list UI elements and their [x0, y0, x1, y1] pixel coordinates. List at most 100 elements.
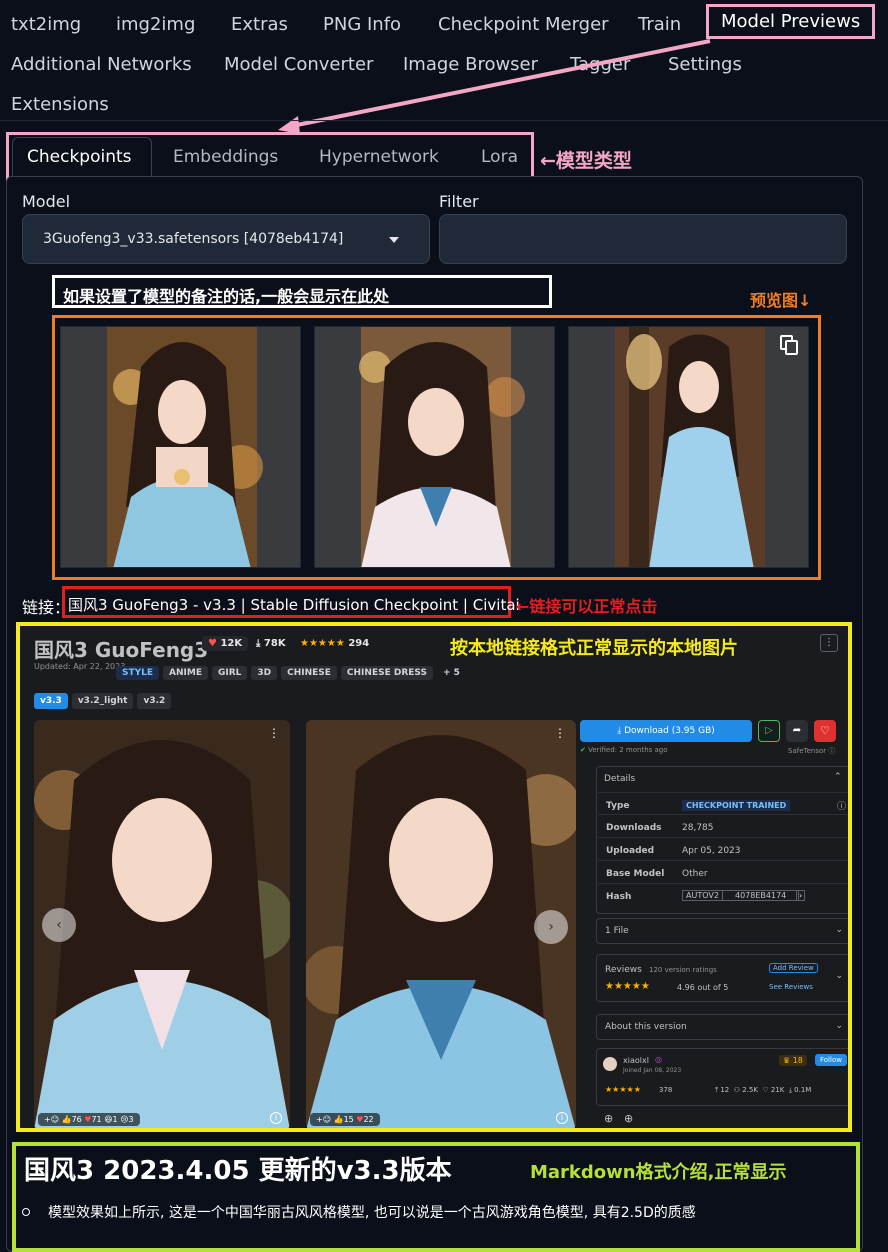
carousel-next-icon[interactable]: ›: [534, 910, 568, 944]
about-version-label: About this version: [605, 1022, 687, 1032]
tab-extras[interactable]: Extras: [231, 14, 288, 35]
chevron-down-icon: ⌄: [835, 1021, 843, 1031]
cry-icon[interactable]: 😢: [120, 1115, 128, 1124]
info-icon: ⓘ: [828, 747, 836, 755]
globe-icon[interactable]: ⊕: [604, 1112, 613, 1125]
subtab-embeddings[interactable]: Embeddings: [173, 147, 278, 167]
play-button[interactable]: ▷: [758, 720, 780, 742]
preview-image-1[interactable]: [60, 326, 301, 568]
thumb-icon[interactable]: 👍: [334, 1115, 344, 1124]
local-markdown-image: 国风3 GuoFeng3 ♥ 12K ⤓ 78K ★★★★★ 294 按本地链接…: [16, 622, 852, 1132]
verified-text: ✔ Verified: 2 months ago: [580, 746, 668, 754]
version-tabs: v3.3 v3.2_light v3.2: [34, 688, 175, 709]
subtab-lora[interactable]: Lora: [481, 147, 518, 167]
version-v32-light[interactable]: v3.2_light: [71, 693, 134, 709]
tab-additional-networks[interactable]: Additional Networks: [11, 54, 192, 75]
subtab-checkpoints[interactable]: Checkpoints: [27, 147, 132, 167]
model-note-text: 如果设置了模型的备注的话,一般会显示在此处: [63, 287, 390, 306]
carousel-image-1[interactable]: ‹ ⋮ +☺ 👍76 ♥71 😆1 😢3 i: [34, 720, 290, 1128]
files-panel[interactable]: 1 File ⌄: [596, 918, 848, 944]
tab-img2img[interactable]: img2img: [116, 14, 195, 35]
preview-image-2[interactable]: [314, 326, 555, 568]
downloads-badge: ⤓ 78K: [256, 638, 286, 649]
chevron-down-icon[interactable]: ⌄: [835, 971, 843, 981]
tab-checkpoint-merger[interactable]: Checkpoint Merger: [438, 14, 609, 35]
details-title[interactable]: Details: [604, 774, 635, 784]
tab-model-previews[interactable]: Model Previews: [706, 4, 876, 39]
chevron-down-icon: [389, 237, 399, 243]
about-version-panel[interactable]: About this version ⌄: [596, 1014, 848, 1040]
author-rating: 378: [659, 1086, 673, 1094]
web-icon[interactable]: ⊕: [624, 1112, 633, 1125]
add-reaction-icon[interactable]: +☺: [44, 1115, 59, 1124]
reaction-bar-1: +☺ 👍76 ♥71 😆1 😢3: [38, 1113, 140, 1126]
reviews-score: 4.96 out of 5: [677, 983, 729, 992]
author-joined: Joined Jan 08, 2023: [623, 1067, 682, 1074]
tab-train[interactable]: Train: [638, 14, 681, 35]
image-menu-icon[interactable]: ⋮: [554, 726, 566, 740]
author-stats: ⤒ 12 ⚇ 2.5K ♡ 21K ⤓ 0.1M: [715, 1086, 812, 1094]
tag-chinese[interactable]: CHINESE: [281, 666, 337, 680]
annotation-markdown: Markdown格式介绍,正常显示: [530, 1162, 787, 1183]
add-reaction-icon[interactable]: +☺: [316, 1115, 331, 1124]
chevron-up-icon[interactable]: ⌃: [834, 772, 842, 782]
download-icon: ⤓: [256, 638, 261, 649]
model-dropdown[interactable]: 3Guofeng3_v33.safetensors [4078eb4174]: [22, 214, 430, 264]
copy-icon[interactable]: [780, 335, 798, 355]
likes-badge: ♥ 12K: [202, 636, 249, 651]
files-label: 1 File: [605, 926, 629, 936]
rating-badge: ★★★★★ 294: [300, 638, 370, 649]
tab-png-info[interactable]: PNG Info: [323, 14, 401, 35]
tag-3d[interactable]: 3D: [251, 666, 278, 680]
author-name[interactable]: xiaolxl: [623, 1056, 649, 1065]
carousel-image-2[interactable]: › ⋮ +☺ 👍15 ♥22 i: [306, 720, 576, 1128]
model-note: 如果设置了模型的备注的话,一般会显示在此处: [52, 275, 552, 308]
annotation-preview-images: 预览图↓: [750, 291, 812, 310]
tab-extensions[interactable]: Extensions: [11, 94, 109, 115]
subtab-hypernetwork[interactable]: Hypernetwork: [319, 147, 439, 167]
hash-value[interactable]: 4078EB4174: [722, 890, 800, 901]
thumb-icon[interactable]: 👍: [62, 1115, 72, 1124]
version-v33[interactable]: v3.3: [34, 693, 68, 709]
add-review-button[interactable]: Add Review: [769, 963, 818, 973]
follow-button[interactable]: Follow: [815, 1054, 847, 1066]
detail-row-type: Type CHECKPOINT TRAINED ⓘ: [598, 792, 848, 815]
annotation-model-types: ←模型类型: [540, 150, 632, 172]
filter-input[interactable]: [439, 214, 847, 264]
civitai-link[interactable]: 国风3 GuoFeng3 - v3.3 | Stable Diffusion C…: [68, 594, 520, 615]
laugh-icon[interactable]: 😆: [104, 1115, 112, 1124]
tag-anime[interactable]: ANIME: [163, 666, 208, 680]
annotation-arrow: [278, 39, 711, 134]
tag-girl[interactable]: GIRL: [211, 666, 248, 680]
preview-image-3[interactable]: [568, 326, 809, 568]
chevron-right-icon[interactable]: ›: [796, 890, 806, 901]
tab-txt2img[interactable]: txt2img: [11, 14, 81, 35]
tag-list: STYLE ANIME GIRL 3D CHINESE CHINESE DRESS + 5: [116, 660, 470, 680]
model-dropdown-value: 3Guofeng3_v33.safetensors [4078eb4174]: [43, 231, 344, 247]
author-rank: ♛ 18: [779, 1055, 807, 1066]
favorite-button[interactable]: ♡: [814, 720, 836, 742]
more-icon[interactable]: ⋮: [820, 634, 838, 652]
tag-chinese-dress[interactable]: CHINESE DRESS: [340, 666, 433, 680]
reviews-count: 120 version ratings: [649, 966, 717, 974]
portrait-illustration-2: [359, 327, 525, 567]
download-button[interactable]: ⤓ Download (3.95 GB): [580, 720, 752, 742]
detail-row-uploaded: Uploaded Apr 05, 2023: [598, 838, 848, 861]
reviews-panel: Reviews 120 version ratings ★★★★★ 4.96 o…: [596, 954, 848, 1002]
stars-icon: ★★★★★: [300, 638, 345, 649]
tag-more[interactable]: + 5: [437, 666, 466, 680]
detail-row-hash: Hash AUTOV2 4078EB4174 ›: [598, 884, 848, 907]
see-reviews-link[interactable]: See Reviews: [769, 983, 813, 991]
version-v32[interactable]: v3.2: [137, 693, 172, 709]
carousel-prev-icon[interactable]: ‹: [42, 908, 76, 942]
portrait-illustration-3: [615, 327, 765, 567]
avatar[interactable]: [603, 1057, 617, 1071]
info-icon[interactable]: i: [556, 1112, 568, 1124]
reviews-stars-icon: ★★★★★: [605, 981, 650, 992]
tag-style[interactable]: STYLE: [116, 666, 160, 680]
info-icon[interactable]: ⓘ: [837, 799, 846, 812]
image-menu-icon[interactable]: ⋮: [268, 726, 280, 740]
info-icon[interactable]: i: [270, 1112, 282, 1124]
share-button[interactable]: ➦: [786, 720, 808, 742]
portrait-illustration-1: [107, 327, 263, 567]
